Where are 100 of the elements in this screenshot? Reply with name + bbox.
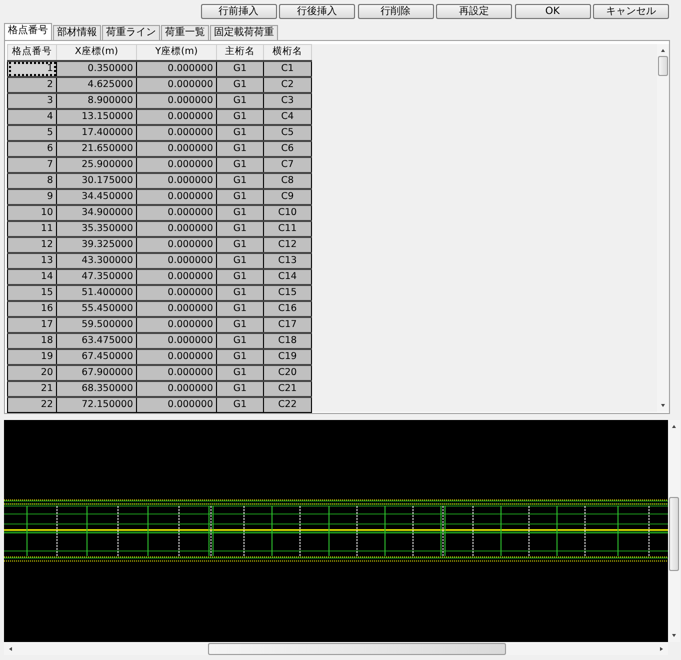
table-cell: C19	[264, 348, 312, 364]
table-cell: G1	[216, 348, 264, 364]
tab[interactable]: 固定載荷荷重	[210, 25, 278, 40]
toolbar-button[interactable]: キャンセル	[593, 4, 669, 19]
table-cell: 67.450000	[56, 348, 136, 364]
vertical-scrollbar[interactable]	[657, 44, 669, 412]
table-cell: 13	[8, 252, 56, 268]
table-cell: G1	[216, 332, 264, 348]
scroll-thumb[interactable]	[208, 642, 506, 654]
column-header[interactable]: X座標(m)	[56, 44, 136, 60]
scroll-thumb[interactable]	[658, 56, 668, 76]
table-cell: 0.000000	[136, 92, 216, 108]
table-cell: C8	[264, 172, 312, 188]
table-cell: 13.150000	[56, 108, 136, 124]
table-cell: C3	[264, 92, 312, 108]
scroll-thumb[interactable]	[669, 497, 679, 571]
toolbar-button[interactable]: 行前挿入	[200, 4, 276, 19]
table-cell: 16	[8, 300, 56, 316]
toolbar-button[interactable]: 行削除	[358, 4, 434, 19]
table-cell: 0.000000	[136, 108, 216, 124]
table-cell: 39.325000	[56, 236, 136, 252]
table-cell: 21.650000	[56, 140, 136, 156]
tab[interactable]: 部材情報	[53, 25, 101, 40]
table-cell: 0.000000	[136, 76, 216, 92]
table-cell: G1	[216, 220, 264, 236]
table-cell: 6	[8, 140, 56, 156]
table-cell: 0.000000	[136, 60, 216, 76]
table-cell: 0.000000	[136, 316, 216, 332]
table-cell: C11	[264, 220, 312, 236]
table-cell: 35.350000	[56, 220, 136, 236]
table-cell: 5	[8, 124, 56, 140]
table-cell: G1	[216, 252, 264, 268]
table-cell: G1	[216, 236, 264, 252]
table-cell: 0.000000	[136, 140, 216, 156]
table-cell: 18	[8, 332, 56, 348]
table-cell: G1	[216, 172, 264, 188]
table-cell: 51.400000	[56, 284, 136, 300]
table-cell: G1	[216, 284, 264, 300]
toolbar-button[interactable]: 再設定	[436, 4, 512, 19]
table-cell: G1	[216, 60, 264, 76]
table-cell: 0.000000	[136, 268, 216, 284]
table-cell: G1	[216, 76, 264, 92]
table-cell: C1	[264, 60, 312, 76]
table-cell: G1	[216, 108, 264, 124]
table-cell: 10	[8, 204, 56, 220]
tab[interactable]: 荷重ライン	[102, 25, 160, 40]
table-cell: 0.000000	[136, 332, 216, 348]
column-header[interactable]: 横桁名	[264, 44, 312, 60]
table-cell: C15	[264, 284, 312, 300]
table-cell: 0.000000	[136, 252, 216, 268]
tab[interactable]: 荷重一覧	[161, 25, 209, 40]
table-cell: 12	[8, 236, 56, 252]
table-cell: 0.000000	[136, 156, 216, 172]
toolbar-button[interactable]: OK	[514, 4, 590, 19]
tab[interactable]: 格点番号	[4, 23, 52, 40]
table-cell: C17	[264, 316, 312, 332]
table-cell: C14	[264, 268, 312, 284]
table-cell: 3	[8, 92, 56, 108]
table-cell: C22	[264, 396, 312, 412]
table-cell: C21	[264, 380, 312, 396]
column-header[interactable]: 格点番号	[8, 44, 56, 60]
table-cell: C7	[264, 156, 312, 172]
table-cell: 34.900000	[56, 204, 136, 220]
horizontal-scrollbar[interactable]	[4, 642, 668, 655]
table-cell: G1	[216, 396, 264, 412]
table-cell: 0.000000	[136, 348, 216, 364]
table-cell: G1	[216, 300, 264, 316]
toolbar-button[interactable]: 行後挿入	[279, 4, 355, 19]
table-cell: G1	[216, 380, 264, 396]
table-cell: G1	[216, 268, 264, 284]
column-header[interactable]: Y座標(m)	[136, 44, 216, 60]
table-cell: 4.625000	[56, 76, 136, 92]
table-cell: C13	[264, 252, 312, 268]
table-cell: 9	[8, 188, 56, 204]
table-cell: 0.000000	[136, 220, 216, 236]
table-cell: 25.900000	[56, 156, 136, 172]
table-cell: 0.000000	[136, 236, 216, 252]
table-cell: 19	[8, 348, 56, 364]
table-cell: C9	[264, 188, 312, 204]
table-cell: 0.000000	[136, 124, 216, 140]
table-cell: C5	[264, 124, 312, 140]
table-cell: 47.350000	[56, 268, 136, 284]
table-cell: 21	[8, 380, 56, 396]
table-cell: 0.000000	[136, 396, 216, 412]
table-cell: 59.500000	[56, 316, 136, 332]
table-cell: 11	[8, 220, 56, 236]
table-cell: G1	[216, 204, 264, 220]
table-cell: 14	[8, 268, 56, 284]
table-cell: C18	[264, 332, 312, 348]
table-cell: 0.350000	[56, 60, 136, 76]
table-cell: C6	[264, 140, 312, 156]
table-cell: 0.000000	[136, 284, 216, 300]
table-cell: 22	[8, 396, 56, 412]
table-cell: C2	[264, 76, 312, 92]
table-cell: 0.000000	[136, 172, 216, 188]
table-cell: 0.000000	[136, 380, 216, 396]
column-header[interactable]: 主桁名	[216, 44, 264, 60]
vertical-scrollbar[interactable]	[668, 420, 680, 642]
table-cell: 0.000000	[136, 188, 216, 204]
table-cell: 0.000000	[136, 300, 216, 316]
